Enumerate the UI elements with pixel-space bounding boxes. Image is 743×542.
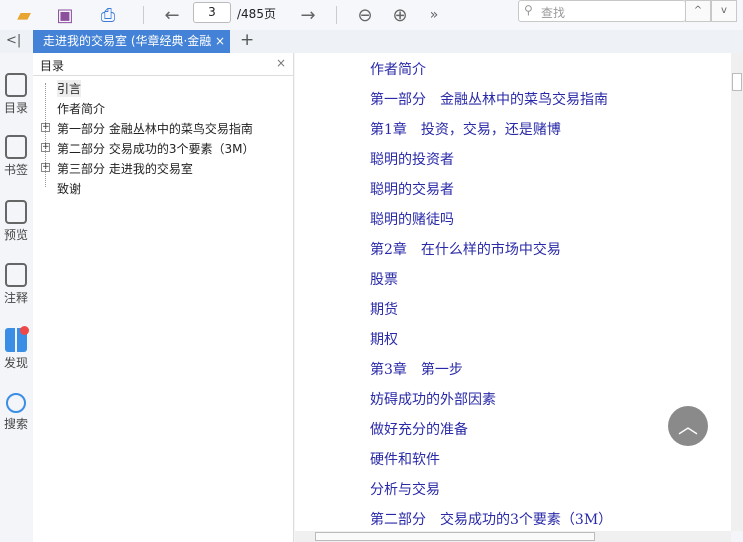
toc-item-label: 第三部分 走进我的交易室 — [57, 162, 193, 176]
next-page-icon[interactable]: → — [296, 3, 320, 27]
search-icon — [6, 393, 26, 413]
search-placeholder: 查找 — [541, 6, 566, 20]
toc-link[interactable]: 第1章 投资，交易，还是赌博 — [370, 119, 561, 139]
toc-item[interactable]: 引言 — [57, 80, 82, 97]
tab-bar: <| 走进我的交易室 (华章经典·金融 × + — [0, 30, 743, 53]
rail-search[interactable]: 搜索 — [0, 393, 32, 432]
close-toc-icon[interactable]: × — [276, 56, 286, 70]
search-input[interactable]: ⚲ 查找 — [518, 0, 686, 22]
toc-link[interactable]: 股票 — [370, 269, 398, 289]
prev-page-icon[interactable]: ← — [160, 3, 184, 27]
add-tab-icon[interactable]: + — [240, 30, 254, 50]
toolbar: ▰ ▣ ⎙ ← 3 /485页 → ⊖ ⊕ » ⚲ 查找 ^ v — [0, 0, 743, 30]
scroll-top-button[interactable]: ︿ — [668, 406, 708, 446]
toc-item[interactable]: 致谢 — [57, 180, 81, 197]
toc-item[interactable]: + 第一部分 金融丛林中的菜鸟交易指南 — [41, 120, 253, 137]
rail-label: 发现 — [3, 356, 28, 370]
document-tab[interactable]: 走进我的交易室 (华章经典·金融 × — [33, 30, 230, 53]
print-icon[interactable]: ⎙ — [96, 3, 120, 27]
close-tab-icon[interactable]: × — [212, 30, 225, 53]
rail-bookmarks[interactable]: 书签 — [0, 135, 32, 178]
rail-label: 书签 — [3, 163, 28, 177]
toc-link[interactable]: 第3章 第一步 — [370, 359, 463, 379]
toc-panel: 目录 × 引言 作者简介 + 第一部分 金融丛林中的菜鸟交易指南 + 第二部分 交易成… — [33, 53, 294, 542]
vertical-scrollbar[interactable] — [731, 53, 743, 531]
toc-link[interactable]: 聪明的投资者 — [370, 149, 454, 169]
bookmark-icon — [5, 135, 27, 159]
more-icon[interactable]: » — [422, 3, 446, 27]
rail-label: 目录 — [3, 101, 28, 115]
toc-item-label: 第二部分 交易成功的3个要素（3M） — [57, 142, 255, 156]
open-folder-icon[interactable]: ▰ — [12, 3, 36, 27]
toc-link[interactable]: 期权 — [370, 329, 398, 349]
preview-icon — [5, 200, 27, 224]
search-icon: ⚲ — [524, 3, 533, 17]
apps-icon — [5, 326, 29, 352]
rail-notes[interactable]: 注释 — [0, 263, 32, 306]
horizontal-scrollbar[interactable] — [295, 531, 731, 542]
toc-link[interactable]: 聪明的交易者 — [370, 179, 454, 199]
list-icon — [5, 73, 27, 97]
page-number-input[interactable]: 3 — [193, 2, 231, 23]
toc-link[interactable]: 聪明的赌徒吗 — [370, 209, 454, 229]
search-next-button[interactable]: v — [711, 0, 737, 22]
expand-icon[interactable]: + — [41, 163, 50, 172]
rail-preview[interactable]: 预览 — [0, 200, 32, 243]
search-prev-button[interactable]: ^ — [685, 0, 711, 22]
save-icon[interactable]: ▣ — [53, 3, 77, 27]
toc-link[interactable]: 期货 — [370, 299, 398, 319]
rail-label: 预览 — [3, 228, 28, 242]
tab-title: 走进我的交易室 (华章经典·金融 — [43, 34, 212, 48]
toc-link[interactable]: 第一部分 金融丛林中的菜鸟交易指南 — [370, 89, 608, 109]
page-total: /485页 — [237, 7, 276, 21]
expand-icon[interactable]: + — [41, 143, 50, 152]
toc-link[interactable]: 第二部分 交易成功的3个要素（3M） — [370, 509, 612, 529]
rail-label: 搜索 — [3, 417, 28, 431]
collapse-sidebar-icon[interactable]: <| — [6, 33, 21, 48]
toc-item-label: 第一部分 金融丛林中的菜鸟交易指南 — [57, 122, 253, 136]
zoom-in-icon[interactable]: ⊕ — [388, 3, 412, 27]
toc-link[interactable]: 作者简介 — [370, 59, 426, 79]
note-icon — [5, 263, 27, 287]
toc-link[interactable]: 做好充分的准备 — [370, 419, 468, 439]
rail-label: 注释 — [3, 291, 28, 305]
toc-title: 目录 — [40, 59, 65, 73]
toc-item[interactable]: + 第三部分 走进我的交易室 — [41, 160, 193, 177]
toc-link[interactable]: 分析与交易 — [370, 479, 440, 499]
toc-item[interactable]: + 第二部分 交易成功的3个要素（3M） — [41, 140, 255, 157]
side-rail: 目录 书签 预览 注释 发现 搜索 — [0, 53, 32, 542]
zoom-out-icon[interactable]: ⊖ — [353, 3, 377, 27]
rail-toc[interactable]: 目录 — [0, 73, 32, 116]
toc-link[interactable]: 硬件和软件 — [370, 449, 440, 469]
toc-link[interactable]: 妨碍成功的外部因素 — [370, 389, 496, 409]
toc-link[interactable]: 第2章 在什么样的市场中交易 — [370, 239, 561, 259]
document-page: 作者简介第一部分 金融丛林中的菜鸟交易指南 第1章 投资，交易，还是赌博 聪明的投资… — [295, 53, 731, 531]
toc-item[interactable]: 作者简介 — [57, 100, 105, 117]
expand-icon[interactable]: + — [41, 123, 50, 132]
rail-discover[interactable]: 发现 — [0, 326, 32, 371]
